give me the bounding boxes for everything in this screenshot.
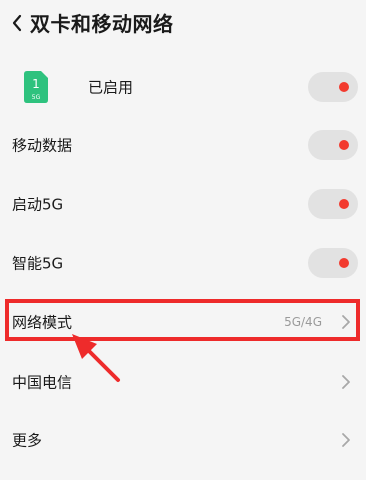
chevron-left-icon (12, 14, 22, 32)
more-row[interactable]: 更多 (0, 411, 366, 469)
mobile-data-row[interactable]: 移动数据 (0, 116, 366, 174)
sim-card-row[interactable]: 1 5G 已启用 (0, 58, 366, 116)
toggle-knob (339, 199, 349, 209)
back-button[interactable] (6, 10, 28, 36)
enable-5g-toggle[interactable] (308, 189, 358, 219)
carrier-label: 中国电信 (12, 373, 73, 392)
chevron-right-icon (342, 433, 350, 447)
smart-5g-label: 智能5G (12, 254, 64, 273)
more-label: 更多 (12, 431, 43, 450)
sim-card-icon: 1 5G (24, 71, 48, 103)
smart-5g-row[interactable]: 智能5G (0, 234, 366, 292)
chevron-right-icon (342, 375, 350, 389)
toggle-knob (339, 258, 349, 268)
enable-5g-label: 启动5G (12, 195, 64, 214)
page-title: 双卡和移动网络 (30, 12, 174, 36)
sim-status-label: 已启用 (88, 78, 134, 97)
sim-card-number: 1 (32, 77, 40, 91)
mobile-data-toggle[interactable] (308, 130, 358, 160)
enable-5g-row[interactable]: 启动5G (0, 175, 366, 233)
smart-5g-toggle[interactable] (308, 248, 358, 278)
mobile-data-label: 移动数据 (12, 136, 73, 155)
toggle-knob (339, 140, 349, 150)
sim-toggle[interactable] (308, 72, 358, 102)
toggle-knob (339, 82, 349, 92)
sim-card-type: 5G (32, 94, 41, 101)
header: 双卡和移动网络 (0, 0, 366, 48)
carrier-row[interactable]: 中国电信 (0, 353, 366, 411)
highlight-box (5, 299, 360, 341)
